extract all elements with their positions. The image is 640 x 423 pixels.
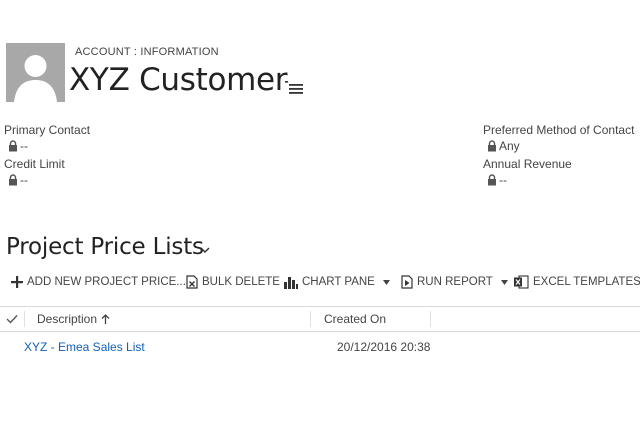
table-row[interactable]: XYZ - Emea Sales List 20/12/2016 20:38: [0, 334, 640, 358]
sort-ascending-icon: [101, 313, 110, 324]
chart-pane-button[interactable]: CHART PANE: [284, 270, 390, 294]
bulk-delete-label: BULK DELETE: [202, 276, 280, 288]
excel-templates-label: EXCEL TEMPLATES: [533, 276, 640, 288]
chart-pane-label: CHART PANE: [302, 276, 375, 288]
grid-header: Description Created On: [0, 306, 640, 332]
command-bar: ADD NEW PROJECT PRICE... BULK DELETE CHA…: [0, 270, 640, 294]
hamburger-menu-icon[interactable]: [285, 80, 303, 94]
excel-templates-button[interactable]: EXCEL TEMPLATES: [514, 270, 640, 294]
created-on-header-label: Created On: [324, 312, 387, 326]
primary-contact-label: Primary Contact: [4, 123, 91, 137]
report-icon: [401, 275, 413, 289]
plus-icon: [11, 276, 23, 288]
run-report-button[interactable]: RUN REPORT: [401, 270, 508, 294]
record-title: XYZ Customer: [69, 62, 288, 98]
column-header-created-on[interactable]: Created On: [324, 307, 386, 331]
primary-contact-value[interactable]: --: [8, 139, 28, 153]
chevron-down-icon[interactable]: [199, 242, 211, 254]
row-description-link[interactable]: XYZ - Emea Sales List: [24, 340, 145, 354]
preferred-method-label: Preferred Method of Contact: [483, 123, 635, 137]
subgrid-title: Project Price Lists: [6, 234, 204, 260]
bulk-delete-button[interactable]: BULK DELETE: [186, 270, 280, 294]
lock-icon: [487, 174, 497, 186]
caret-down-icon: [500, 279, 508, 285]
bulk-delete-icon: [186, 275, 198, 289]
credit-limit-value[interactable]: --: [8, 173, 28, 187]
chart-icon: [284, 276, 298, 289]
person-silhouette-icon: [6, 43, 65, 102]
annual-revenue-value[interactable]: --: [487, 173, 507, 187]
excel-icon: [514, 275, 529, 289]
add-new-label: ADD NEW PROJECT PRICE...: [27, 276, 186, 288]
credit-limit-label: Credit Limit: [4, 157, 65, 171]
checkmark-icon: [6, 315, 18, 324]
lock-icon: [8, 140, 18, 152]
annual-revenue-text: --: [499, 173, 507, 187]
lock-icon: [487, 140, 497, 152]
entity-type-label: ACCOUNT : INFORMATION: [75, 46, 219, 58]
caret-down-icon: [382, 279, 390, 285]
add-new-project-price-button[interactable]: ADD NEW PROJECT PRICE...: [11, 270, 186, 294]
preferred-method-value[interactable]: Any: [487, 139, 520, 153]
column-header-description[interactable]: Description: [37, 307, 110, 331]
primary-contact-text: --: [20, 139, 28, 153]
description-header-label: Description: [37, 312, 98, 326]
row-created-on: 20/12/2016 20:38: [337, 340, 431, 354]
annual-revenue-label: Annual Revenue: [483, 157, 572, 171]
preferred-method-text: Any: [499, 139, 520, 153]
lock-icon: [8, 174, 18, 186]
select-all-checkbox[interactable]: [6, 307, 18, 331]
run-report-label: RUN REPORT: [417, 276, 493, 288]
avatar: [6, 43, 65, 102]
credit-limit-text: --: [20, 173, 28, 187]
